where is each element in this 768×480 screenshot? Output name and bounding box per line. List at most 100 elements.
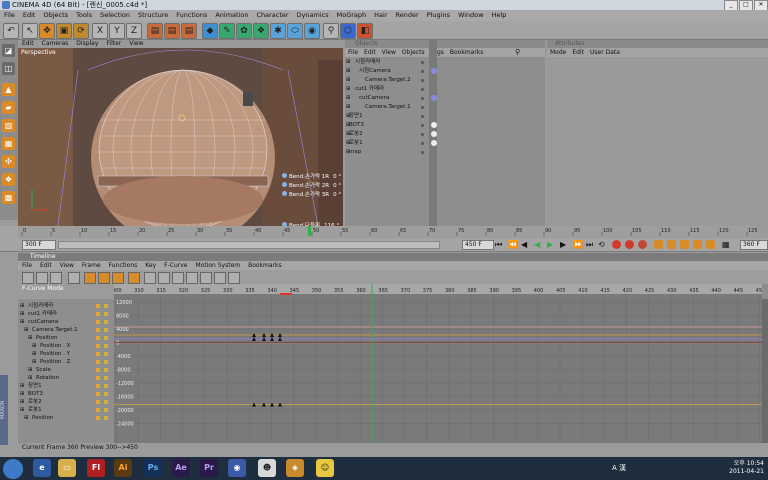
texture-mode-icon[interactable]: ◫ [2, 62, 15, 75]
track-expand-icon[interactable]: ⊞ [32, 342, 37, 350]
track-row[interactable]: ⊞ Position [18, 334, 113, 342]
track-lock-icon[interactable] [96, 400, 100, 404]
illustrator-icon[interactable]: Ai [114, 459, 132, 477]
point-mode-icon[interactable]: ▲ [2, 83, 15, 96]
track-lock-icon[interactable] [96, 304, 100, 308]
track-row[interactable]: ⊞ 시점카메라 [18, 302, 113, 310]
track-mute-icon[interactable] [104, 416, 108, 420]
menu-item-12[interactable]: Render [392, 10, 423, 21]
track-row[interactable]: ⊞ 로봇2 [18, 398, 113, 406]
after-effects-icon[interactable]: Ae [172, 459, 190, 477]
menu-item-15[interactable]: Help [488, 10, 511, 21]
track-expand-icon[interactable]: ⊞ [28, 366, 33, 374]
object-row[interactable]: ⊞ map [345, 148, 545, 157]
goto-start-icon[interactable]: ⏮ [495, 240, 504, 249]
visibility-dot-icon[interactable] [421, 88, 424, 91]
track-mute-icon[interactable] [104, 392, 108, 396]
track-expand-icon[interactable]: ⊞ [24, 326, 29, 334]
track-lock-icon[interactable] [96, 416, 100, 420]
track-lock-icon[interactable] [96, 312, 100, 316]
play-backward-icon[interactable]: ◀ [534, 240, 543, 249]
objects-menu-item-5[interactable]: Bookmarks [447, 48, 487, 57]
track-lock-icon[interactable] [96, 392, 100, 396]
render-view-icon[interactable]: ▤ [147, 23, 163, 39]
scale-icon[interactable]: ▣ [56, 23, 72, 39]
attributes-menu-item-2[interactable]: User Data [587, 48, 623, 57]
render-picture-icon[interactable]: ▤ [164, 23, 180, 39]
param-key-icon[interactable] [693, 240, 702, 249]
track-mute-icon[interactable] [104, 344, 108, 348]
prev-key-icon[interactable]: ⏪ [508, 240, 518, 249]
model-mode-icon[interactable]: ◪ [2, 44, 15, 57]
object-row[interactable]: ⊞ Camera.Target.2 [345, 76, 545, 85]
tag-icon[interactable] [431, 140, 437, 146]
objects-menu-item-3[interactable]: Objects [399, 48, 428, 57]
track-mute-icon[interactable] [104, 384, 108, 388]
track-row[interactable]: ⊞ Camera.Target.1 [18, 326, 113, 334]
scale-key-icon[interactable] [667, 240, 676, 249]
frame-all-icon[interactable] [68, 272, 80, 284]
key-linear-icon[interactable] [84, 272, 96, 284]
object-row[interactable]: ⊞ 로봇1 [345, 139, 545, 148]
camera-icon[interactable]: ◉ [304, 23, 320, 39]
system-clock[interactable]: 오후 10:54 2011-04-21 [729, 460, 764, 476]
flash-icon[interactable]: Fl [87, 459, 105, 477]
track-row[interactable]: ⊞ Position . X [18, 342, 113, 350]
range-slider[interactable] [58, 241, 440, 249]
move-icon[interactable]: ✥ [39, 23, 55, 39]
track-row[interactable]: ⊞ 장면1 [18, 382, 113, 390]
track-mute-icon[interactable] [104, 360, 108, 364]
track-row[interactable]: ⊞ cut1 카메라 [18, 310, 113, 318]
expand-icon[interactable]: ⊞ [346, 103, 351, 112]
key-record-icon[interactable] [228, 272, 240, 284]
object-row[interactable]: ⊞ 시점카메라 [345, 58, 545, 67]
object-row[interactable]: ⊞ 로봇2 [345, 130, 545, 139]
track-expand-icon[interactable]: ⊞ [20, 310, 25, 318]
track-row[interactable]: ⊞ Position [18, 414, 113, 422]
menu-item-7[interactable]: Animation [211, 10, 252, 21]
track-mute-icon[interactable] [104, 304, 108, 308]
visibility-dot-icon[interactable] [421, 115, 424, 118]
expand-icon[interactable]: ⊞ [346, 67, 351, 76]
objects-menu-item-2[interactable]: View [379, 48, 399, 57]
nurbs-icon[interactable]: ✿ [236, 23, 252, 39]
key-ease-icon[interactable] [128, 272, 140, 284]
z-axis-icon[interactable]: Z [126, 23, 142, 39]
play-icon[interactable]: ▶ [547, 240, 556, 249]
objects-menu-item-1[interactable]: Edit [361, 48, 379, 57]
key-zero-icon[interactable] [158, 272, 170, 284]
search-icon[interactable]: ⚲ [515, 48, 523, 56]
visibility-dot-icon[interactable] [421, 124, 424, 127]
track-lock-icon[interactable] [96, 320, 100, 324]
key-break-icon[interactable] [144, 272, 156, 284]
spline-icon[interactable]: ✎ [219, 23, 235, 39]
track-lock-icon[interactable] [96, 344, 100, 348]
rotation-key-icon[interactable] [680, 240, 689, 249]
track-row[interactable]: ⊞ Position . Z [18, 358, 113, 366]
attributes-menu-item-0[interactable]: Mode [547, 48, 569, 57]
loop-icon[interactable]: ⟲ [598, 240, 607, 249]
track-expand-icon[interactable]: ⊞ [20, 398, 25, 406]
track-mute-icon[interactable] [104, 312, 108, 316]
expand-icon[interactable]: ⊞ [346, 76, 351, 85]
tag-icon[interactable] [431, 149, 437, 155]
menu-item-9[interactable]: Dynamics [293, 10, 333, 21]
deformer-icon[interactable]: ✱ [270, 23, 286, 39]
deformer-row[interactable]: Bend.손가락 1R 0 ° [282, 173, 341, 182]
autokey-icon[interactable] [625, 240, 634, 249]
track-lock-icon[interactable] [96, 408, 100, 412]
viewport-menu-item-1[interactable]: Cameras [38, 40, 73, 48]
viewport-menu-item-2[interactable]: Display [72, 40, 102, 48]
track-lock-icon[interactable] [96, 352, 100, 356]
cube-icon[interactable]: ◆ [202, 23, 218, 39]
next-frame-icon[interactable]: ▶ [560, 240, 569, 249]
tweak-mode-icon[interactable]: ❖ [2, 173, 15, 186]
edge-mode-icon[interactable]: ▰ [2, 101, 15, 114]
timeline-menu-item-4[interactable]: Functions [105, 261, 142, 270]
position-key-icon[interactable] [654, 240, 663, 249]
object-row[interactable]: ⊞ BOT3 [345, 121, 545, 130]
fcurve-graph[interactable]: 3003103153203253303353403453503553603653… [114, 284, 762, 449]
track-lock-icon[interactable] [96, 336, 100, 340]
object-row[interactable]: ⊞ Camera.Target.1 [345, 103, 545, 112]
x-axis-icon[interactable]: X [92, 23, 108, 39]
